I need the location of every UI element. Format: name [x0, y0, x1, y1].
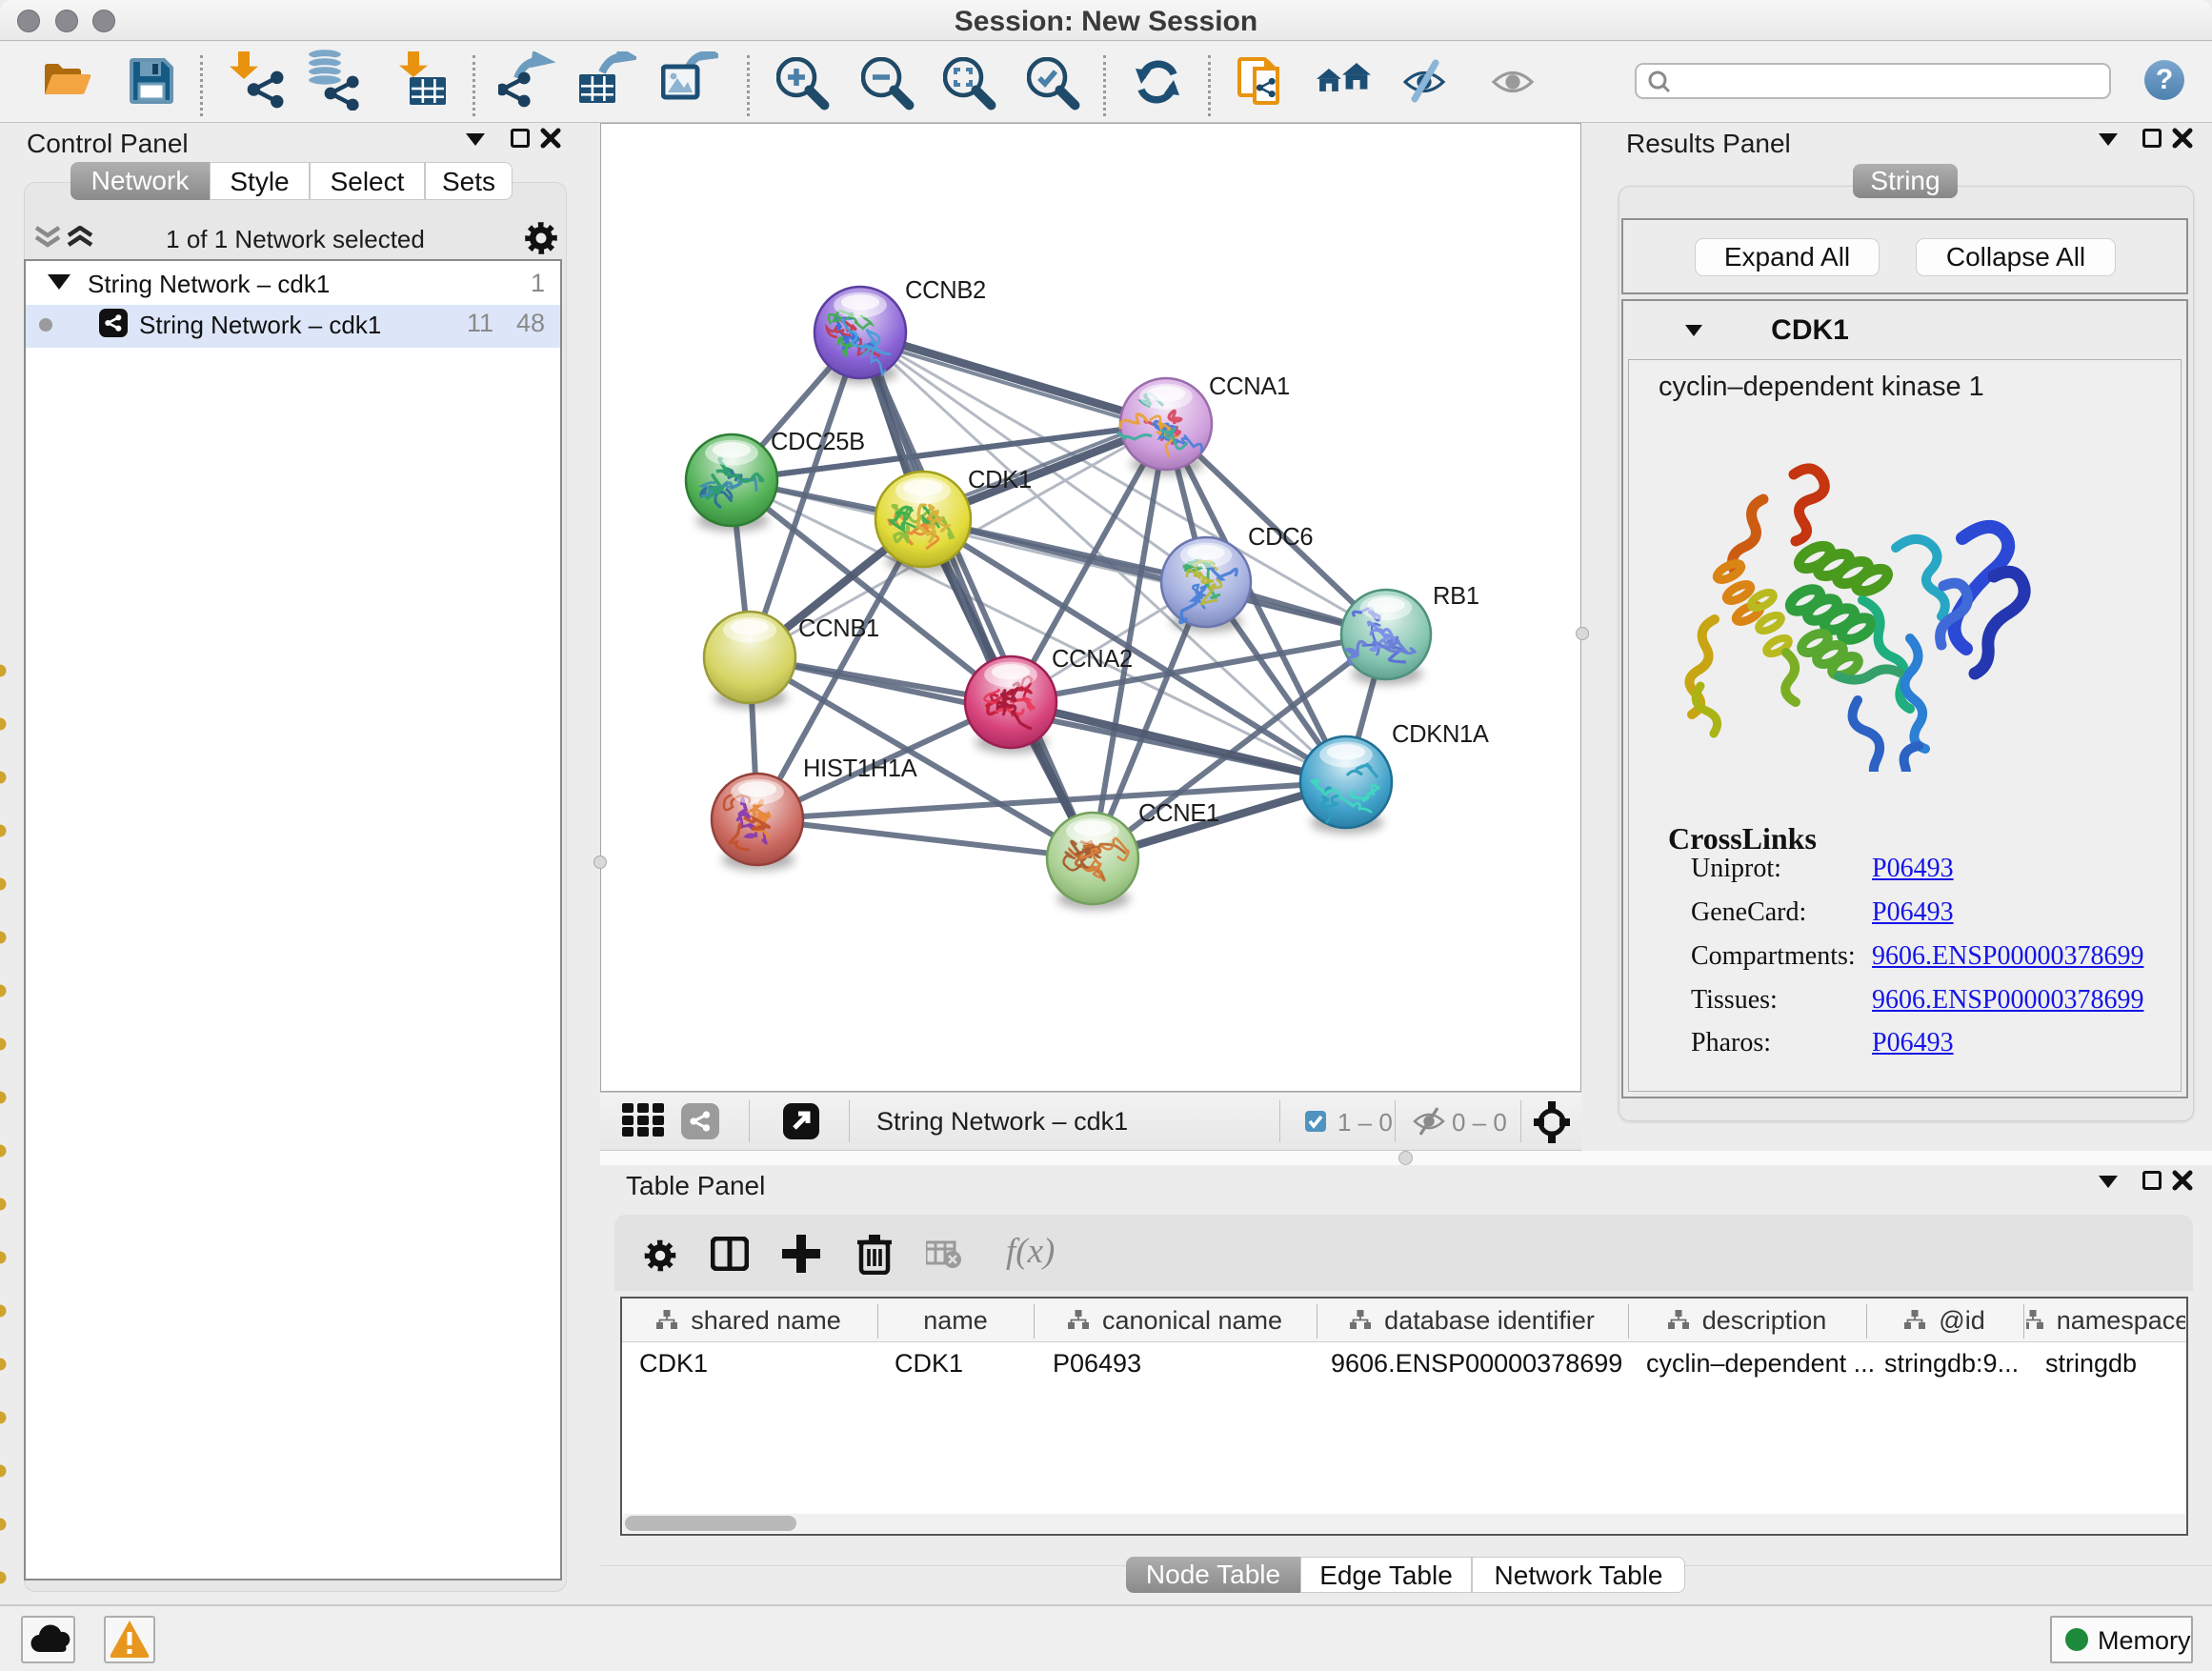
svg-text:CDK1: CDK1	[968, 467, 1032, 493]
svg-text:RB1: RB1	[1433, 583, 1479, 610]
svg-text:CCNB1: CCNB1	[798, 615, 879, 642]
svg-text:CCNE1: CCNE1	[1138, 800, 1219, 827]
svg-text:CCNA2: CCNA2	[1052, 646, 1133, 673]
svg-text:HIST1H1A: HIST1H1A	[803, 755, 917, 782]
svg-text:CDC25B: CDC25B	[771, 429, 865, 455]
svg-text:CCNA1: CCNA1	[1209, 373, 1290, 400]
svg-text:CDC6: CDC6	[1248, 524, 1313, 551]
svg-text:CDKN1A: CDKN1A	[1392, 721, 1489, 748]
svg-text:CCNB2: CCNB2	[905, 277, 986, 304]
